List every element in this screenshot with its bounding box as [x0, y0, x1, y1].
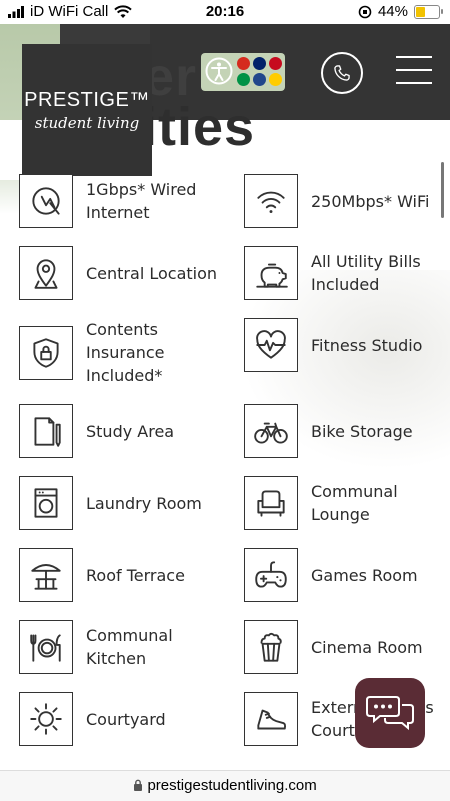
amenity-icon-box — [19, 404, 73, 458]
menu-button[interactable] — [396, 56, 432, 84]
amenity-label: Fitness Studio — [311, 335, 423, 355]
language-flag-icon[interactable] — [253, 57, 266, 70]
browser-url-bar[interactable]: prestigestudentliving.com — [0, 770, 450, 801]
amenity-icon-box — [244, 404, 298, 458]
amenity-icon-box — [19, 476, 73, 530]
amenity-item: Roof Terrace — [19, 548, 236, 602]
amenity-item: Contents Insurance Included* — [19, 318, 236, 387]
menu-line — [396, 82, 432, 84]
status-bar: iD WiFi Call 20:16 44% — [0, 0, 450, 24]
amenity-label: 250Mbps* WiFi — [311, 191, 430, 211]
menu-line — [396, 56, 432, 58]
orientation-lock-icon — [358, 5, 372, 18]
amenity-icon-box — [19, 174, 73, 228]
amenity-label: Bike Storage — [311, 421, 413, 441]
language-flags — [237, 57, 282, 86]
amenity-label: Cinema Room — [311, 637, 423, 657]
language-flag-icon[interactable] — [237, 57, 250, 70]
amenity-icon-box — [19, 620, 73, 674]
amenity-item: Cinema Room — [244, 620, 450, 674]
accessibility-icon[interactable] — [205, 57, 233, 85]
language-flag-icon[interactable] — [253, 73, 266, 86]
amenity-item: Bike Storage — [244, 404, 450, 458]
amenity-item: 250Mbps* WiFi — [244, 174, 450, 228]
amenity-label: Courtyard — [86, 709, 166, 729]
armchair-icon — [257, 490, 285, 517]
wifi-icon — [257, 191, 285, 214]
amenity-item: Courtyard — [19, 692, 236, 746]
amenity-label: 1Gbps* Wired Internet — [86, 180, 197, 222]
location-pin-icon — [34, 259, 58, 289]
amenity-item: Central Location — [19, 246, 236, 300]
language-flag-icon[interactable] — [269, 73, 282, 86]
amenity-icon-box — [244, 246, 298, 300]
amenity-label: Central Location — [86, 263, 218, 283]
amenity-item: Communal Lounge — [244, 476, 450, 530]
amenity-icon-box — [19, 325, 73, 380]
amenity-icon-box — [19, 692, 73, 746]
brand-logo[interactable]: PRESTIGE™ student living — [22, 44, 152, 176]
status-right: 44% — [358, 3, 443, 20]
brand-name: PRESTIGE™ — [24, 88, 150, 111]
patio-umbrella-icon — [31, 564, 61, 590]
wired-internet-icon — [32, 187, 60, 215]
washing-machine-icon — [34, 488, 58, 518]
sun-icon — [30, 703, 62, 735]
language-accessibility-selector[interactable] — [201, 53, 285, 91]
amenity-label: All Utility Bills Included — [311, 252, 421, 294]
bicycle-icon — [254, 422, 288, 444]
amenity-icon-box — [244, 476, 298, 530]
language-flag-icon[interactable] — [269, 57, 282, 70]
amenity-item: Communal Kitchen — [19, 620, 236, 674]
chat-button[interactable] — [355, 678, 425, 748]
shield-lock-icon — [33, 337, 59, 368]
amenity-item: Study Area — [19, 404, 236, 458]
amenity-icon-box — [244, 318, 298, 372]
amenity-label: Communal Lounge — [311, 482, 398, 524]
amenity-label: Games Room — [311, 565, 418, 585]
battery-icon — [414, 4, 443, 19]
phone-button[interactable] — [321, 52, 363, 94]
plate-cutlery-icon — [30, 634, 61, 662]
amenity-item: Fitness Studio — [244, 318, 450, 372]
amenity-label: Laundry Room — [86, 493, 202, 513]
amenities-grid: 1Gbps* Wired Internet 250Mbps* WiFi Centra… — [0, 172, 450, 764]
piggy-bank-icon — [256, 263, 288, 288]
gamepad-icon — [255, 561, 287, 588]
running-shoe-icon — [257, 709, 287, 730]
language-flag-icon[interactable] — [237, 73, 250, 86]
amenity-label: Communal Kitchen — [86, 626, 173, 668]
amenity-icon-box — [244, 174, 298, 228]
chat-bubbles-icon — [366, 696, 414, 731]
amenity-item: All Utility Bills Included — [244, 246, 450, 300]
document-pen-icon — [34, 417, 61, 447]
battery-fill — [416, 6, 425, 17]
amenity-icon-box — [19, 548, 73, 602]
amenity-label: Study Area — [86, 421, 175, 441]
brand-tagline: student living — [34, 113, 140, 132]
amenity-icon-box — [244, 548, 298, 602]
amenity-item: Games Room — [244, 548, 450, 602]
menu-line — [396, 69, 432, 71]
battery-percent: 44% — [377, 3, 408, 20]
amenity-item: Laundry Room — [19, 476, 236, 530]
amenity-icon-box — [19, 246, 73, 300]
popcorn-icon — [260, 632, 282, 662]
amenity-item: 1Gbps* Wired Internet — [19, 174, 236, 228]
url-text: prestigestudentliving.com — [147, 777, 317, 794]
amenity-icon-box — [244, 692, 298, 746]
lock-icon — [134, 779, 143, 791]
amenity-icon-box — [244, 620, 298, 674]
heartbeat-icon — [256, 330, 286, 359]
phone-icon — [334, 65, 350, 81]
amenity-label: Roof Terrace — [86, 565, 185, 585]
amenity-label: Contents Insurance Included* — [86, 320, 165, 385]
